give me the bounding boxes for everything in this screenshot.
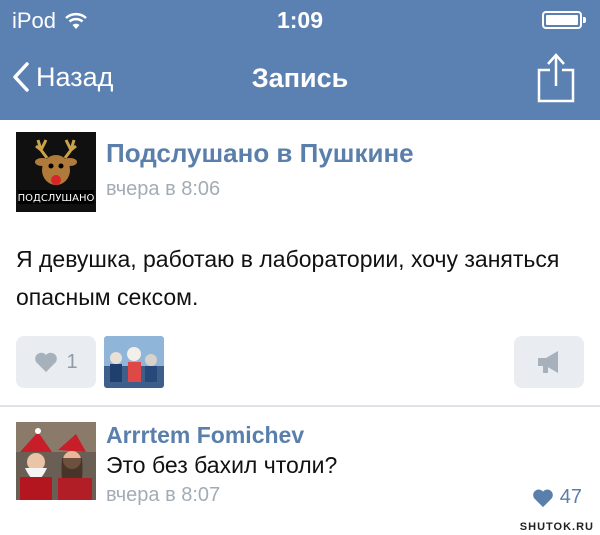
repost-button[interactable] [514, 336, 584, 388]
like-count: 1 [66, 350, 78, 373]
avatar-caption: ПОДСЛУШАНО [18, 193, 95, 204]
comment-like-button[interactable]: 47 [532, 486, 582, 509]
comment-timestamp: вчера в 8:07 [106, 484, 221, 506]
reindeer-logo: ПОДСЛУШАНО [16, 132, 96, 212]
comment-like-count: 47 [559, 486, 582, 508]
status-bar: iPod 1:09 [0, 0, 600, 40]
megaphone-icon [538, 351, 558, 373]
group-avatar[interactable]: ПОДСЛУШАНО [16, 132, 96, 212]
comment-author[interactable]: Arrrtem Fomichev [106, 422, 304, 449]
battery-icon [542, 11, 586, 29]
watermark: SHUTOK.RU [519, 521, 594, 533]
post-text: Я девушка, работаю в лаборатории, хочу з… [16, 246, 560, 310]
heart-icon [35, 352, 58, 372]
status-time: 1:09 [276, 7, 324, 33]
nav-bar: Назад Запись [0, 40, 600, 120]
share-button[interactable] [536, 52, 576, 109]
photo-attachment[interactable] [104, 336, 164, 388]
like-button[interactable]: 1 [16, 336, 96, 388]
attachment-image [104, 336, 164, 388]
heart-icon [532, 489, 553, 507]
share-icon [537, 53, 575, 103]
user-avatar[interactable] [16, 422, 96, 500]
page-title: Запись [251, 63, 349, 93]
post-author[interactable]: Подслушано в Пушкине [106, 138, 414, 169]
user-photo [16, 422, 96, 500]
comment-text: Это без бахил чтоли? [106, 452, 338, 478]
post-timestamp: вчера в 8:06 [106, 178, 221, 200]
